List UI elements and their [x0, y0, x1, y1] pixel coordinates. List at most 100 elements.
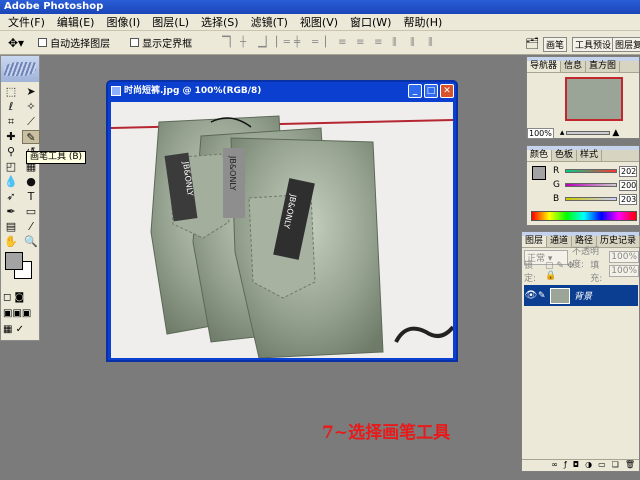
distribute-right-icon[interactable]: ⫼	[428, 37, 440, 48]
menu-image[interactable]: 图像(I)	[100, 14, 146, 30]
align-bottom-icon[interactable]: ▁▏	[258, 37, 273, 48]
tab-histogram[interactable]: 直方图	[586, 61, 621, 72]
menu-window[interactable]: 窗口(W)	[344, 14, 397, 30]
lasso-tool-icon[interactable]: ℓ	[2, 100, 20, 114]
auto-select-label: 自动选择图层	[50, 39, 111, 50]
tab-channels[interactable]: 通道	[547, 236, 573, 247]
tab-layers[interactable]: 图层	[522, 236, 548, 247]
move-tool-preset-icon[interactable]: ✥▾	[8, 36, 24, 50]
distribute-vcenter-icon[interactable]: ≡	[356, 37, 368, 48]
menu-edit[interactable]: 编辑(E)	[51, 14, 101, 30]
close-icon[interactable]: ✕	[440, 84, 454, 98]
document-window: 时尚短裤.jpg @ 100%(RGB/8) _ □ ✕ JB&ONLY JB&…	[106, 80, 458, 362]
align-hcenter-icon[interactable]: ╪	[294, 37, 306, 48]
tab-color[interactable]: 颜色	[527, 150, 553, 161]
tab-layer-comps[interactable]: 图层复合	[612, 37, 640, 52]
tab-navigator[interactable]: 导航器	[527, 61, 562, 72]
healing-brush-tool-icon[interactable]: ✚	[2, 130, 20, 144]
blur-tool-icon[interactable]: 💧	[2, 175, 20, 189]
distribute-hcenter-icon[interactable]: ⫼	[410, 37, 422, 48]
link-icon[interactable]: ∞	[551, 460, 558, 471]
color-spectrum-ramp[interactable]	[531, 211, 637, 221]
type-tool-icon[interactable]: T	[22, 190, 40, 204]
eyedropper-tool-icon[interactable]: ⁄	[22, 220, 40, 234]
zoom-in-icon[interactable]: ▲	[612, 128, 619, 138]
move-tool-icon[interactable]: ➤	[22, 85, 40, 99]
layer-row-background[interactable]: 👁 ✎ 背景	[524, 285, 638, 306]
menu-view[interactable]: 视图(V)	[294, 14, 344, 30]
mask-icon[interactable]: ◘	[573, 460, 579, 471]
marquee-tool-icon[interactable]: ⬚	[2, 85, 20, 99]
eraser-tool-icon[interactable]: ◰	[2, 160, 20, 174]
new-group-icon[interactable]: ▭	[598, 460, 606, 471]
eye-icon[interactable]: 👁	[524, 290, 538, 301]
tab-brushes[interactable]: 画笔	[543, 37, 568, 52]
shape-tool-icon[interactable]: ▭	[22, 205, 40, 219]
menu-file[interactable]: 文件(F)	[2, 14, 51, 30]
clone-stamp-tool-icon[interactable]: ⚲	[2, 145, 20, 159]
align-right-icon[interactable]: ═▕	[312, 37, 326, 48]
quick-mask-icons[interactable]: ◻ ◙	[3, 292, 24, 303]
screen-mode-icons[interactable]: ▣▣▣	[3, 308, 31, 319]
menu-layer[interactable]: 图层(L)	[146, 14, 195, 30]
navigator-preview[interactable]	[565, 77, 623, 121]
document-titlebar[interactable]: 时尚短裤.jpg @ 100%(RGB/8) _ □ ✕	[108, 82, 456, 100]
slice-tool-icon[interactable]: ⟋	[22, 115, 40, 129]
menu-select[interactable]: 选择(S)	[195, 14, 245, 30]
tab-swatches[interactable]: 色板	[552, 150, 578, 161]
fill-input[interactable]: 100%	[609, 265, 640, 277]
minimize-icon[interactable]: _	[408, 84, 422, 98]
r-value[interactable]: 202	[619, 165, 637, 177]
hand-tool-icon[interactable]: ✋	[2, 235, 20, 249]
color-fg-swatch[interactable]	[532, 166, 546, 180]
palette-well-icon[interactable]: 🗂	[525, 37, 539, 50]
r-slider[interactable]	[565, 169, 617, 173]
distribute-bottom-icon[interactable]: ≡	[374, 37, 386, 48]
foreground-color-swatch[interactable]	[5, 252, 23, 270]
crop-tool-icon[interactable]: ⌗	[2, 115, 20, 129]
navigator-zoom[interactable]: 100%	[527, 127, 554, 139]
new-layer-icon[interactable]: ❏	[612, 460, 619, 471]
auto-select-checkbox[interactable]	[38, 38, 48, 47]
layer-style-icon[interactable]: ƒ	[564, 460, 567, 471]
distribute-left-icon[interactable]: ⫼	[392, 37, 404, 48]
tab-tool-presets[interactable]: 工具预设	[572, 37, 615, 52]
show-bounds-checkbox[interactable]	[130, 38, 140, 47]
path-selection-tool-icon[interactable]: ➶	[2, 190, 20, 204]
g-value[interactable]: 200	[619, 179, 637, 191]
toolbox: ⬚ ➤ ℓ ✧ ⌗ ⟋ ✚ ✎ ⚲ ↺ ◰ ▦ 💧 ● ➶ T ✒ ▭ ▤ ⁄ …	[0, 55, 40, 341]
adjustment-layer-icon[interactable]: ◑	[585, 460, 592, 471]
align-left-icon[interactable]: ▏═	[276, 37, 290, 48]
pen-tool-icon[interactable]: ✒	[2, 205, 20, 219]
zoom-slider[interactable]	[566, 131, 611, 135]
document-canvas[interactable]: JB&ONLY JB&ONLY JB&ONLY	[111, 102, 453, 358]
tab-styles[interactable]: 样式	[577, 150, 603, 161]
toolbox-header[interactable]	[1, 56, 39, 82]
menu-help[interactable]: 帮助(H)	[397, 14, 448, 30]
shorts-photo: JB&ONLY JB&ONLY JB&ONLY	[111, 102, 453, 358]
trash-icon[interactable]: 🗑	[625, 460, 635, 471]
distribute-top-icon[interactable]: ≡	[338, 37, 350, 48]
tab-info[interactable]: 信息	[561, 61, 587, 72]
opacity-input[interactable]: 100%	[609, 251, 639, 263]
g-slider[interactable]	[565, 183, 617, 187]
tag-2-text: JB&ONLY	[228, 155, 237, 191]
brush-tool-icon[interactable]: ✎	[22, 130, 40, 144]
navigator-palette: 导航器 信息 直方图 100% ▴ ▲	[526, 56, 640, 139]
lock-icons[interactable]: ▢ ✎ ✥ 🔒	[545, 261, 584, 281]
brush-link-icon: ✎	[538, 290, 546, 301]
b-slider[interactable]	[565, 197, 617, 201]
align-top-icon[interactable]: ▔▏	[222, 37, 237, 48]
zoom-out-icon[interactable]: ▴	[560, 128, 565, 138]
app-title: Adobe Photoshop	[4, 1, 104, 12]
magic-wand-tool-icon[interactable]: ✧	[22, 100, 40, 114]
maximize-icon[interactable]: □	[424, 84, 438, 98]
align-vcenter-icon[interactable]: ┼	[240, 37, 252, 48]
fill-label: 填充:	[590, 261, 603, 284]
dodge-tool-icon[interactable]: ●	[22, 175, 40, 189]
menu-filter[interactable]: 滤镜(T)	[245, 14, 294, 30]
notes-tool-icon[interactable]: ▤	[2, 220, 20, 234]
b-value[interactable]: 203	[619, 193, 637, 205]
zoom-tool-icon[interactable]: 🔍	[22, 235, 40, 249]
imageready-icon[interactable]: ▦ ✓	[3, 324, 24, 335]
